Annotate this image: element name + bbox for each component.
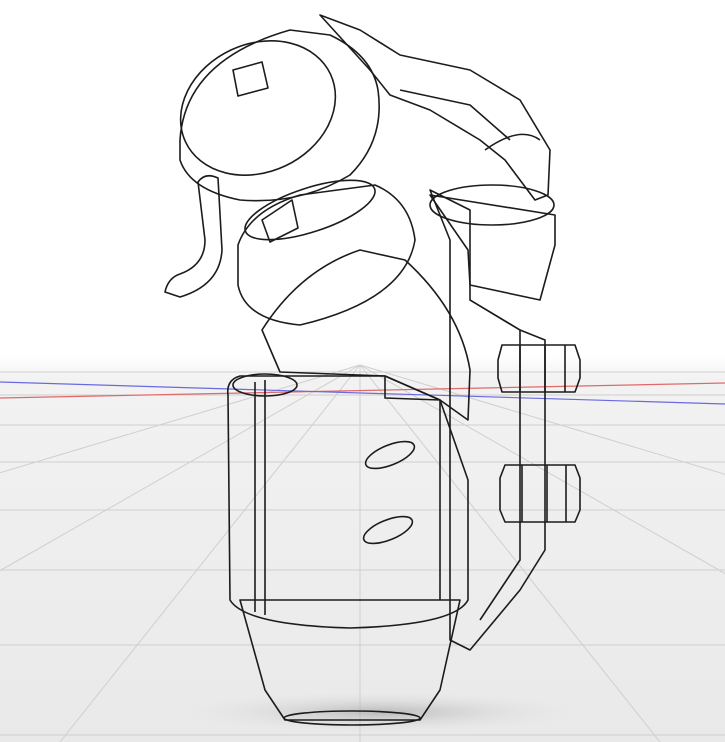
back-plate-edge xyxy=(469,299,521,621)
cap-key xyxy=(232,61,269,97)
upper-knob xyxy=(497,344,581,393)
main-body xyxy=(226,375,469,629)
vent-slot-lower xyxy=(362,515,414,545)
rear-cylinder xyxy=(429,194,556,301)
side-lever xyxy=(164,174,223,298)
handle-bracket xyxy=(319,14,551,201)
vent-slot-upper xyxy=(364,440,416,470)
bracket-hook xyxy=(484,133,541,151)
cad-3d-viewport[interactable] xyxy=(0,0,725,742)
ground-grid xyxy=(0,364,725,742)
top-cap-face xyxy=(179,40,337,176)
lower-knob xyxy=(499,464,581,523)
scene-canvas[interactable] xyxy=(0,0,725,742)
cylinder-tab xyxy=(261,199,299,243)
